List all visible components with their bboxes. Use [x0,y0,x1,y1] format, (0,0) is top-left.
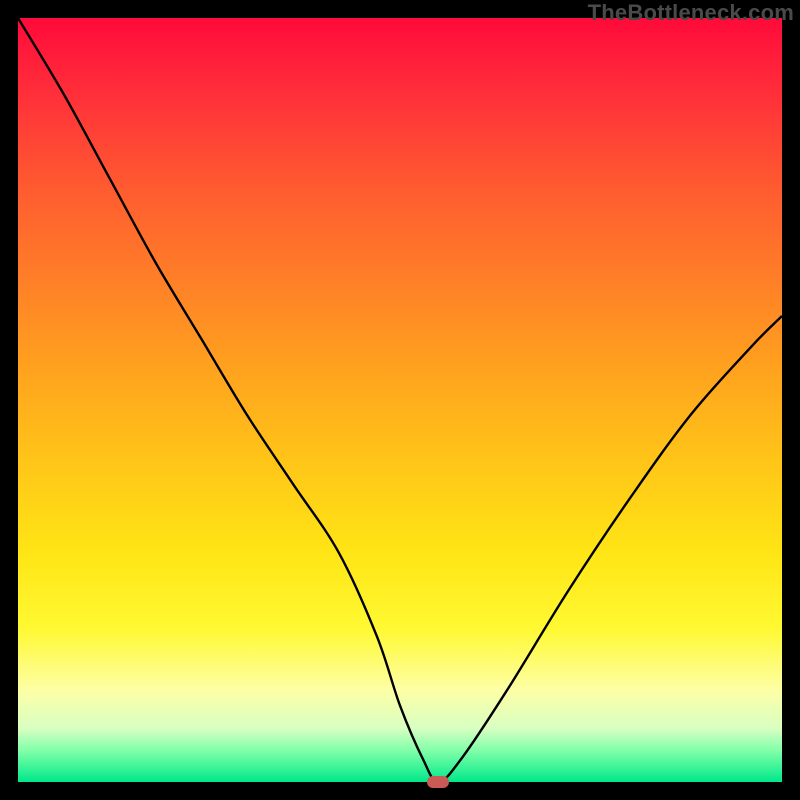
optimal-marker [427,776,449,788]
watermark-text: TheBottleneck.com [588,0,794,26]
chart-frame: TheBottleneck.com [0,0,800,800]
bottleneck-curve [18,18,782,782]
plot-area [18,18,782,782]
curve-layer [18,18,782,782]
